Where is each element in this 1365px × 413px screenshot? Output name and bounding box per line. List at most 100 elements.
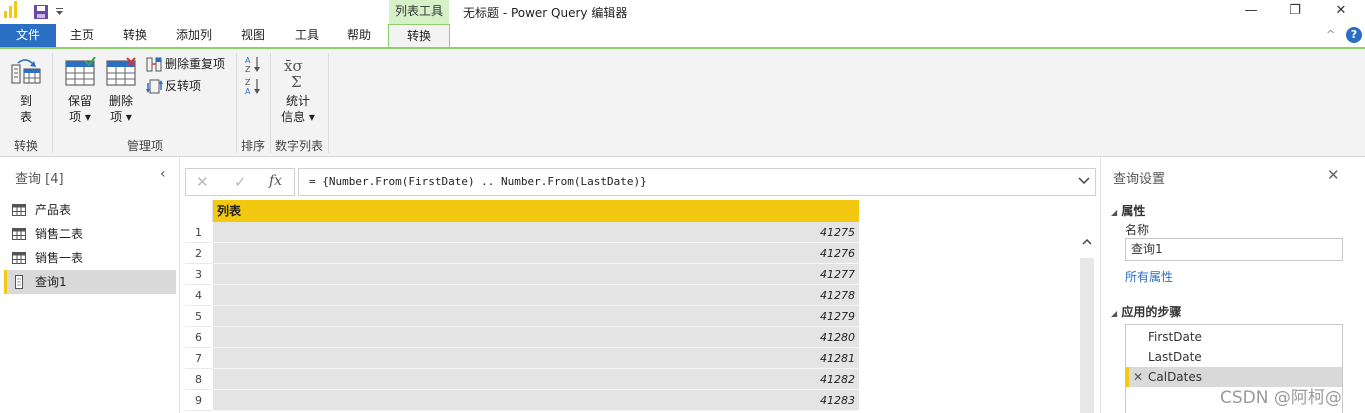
sort-descending-icon: Z A: [245, 78, 260, 96]
close-settings-icon[interactable]: ✕: [1327, 166, 1340, 184]
help-icon[interactable]: ?: [1346, 27, 1362, 43]
formula-bar-buttons: ✕ ✓ fx: [185, 168, 295, 196]
column-header-list[interactable]: 列表: [213, 200, 859, 222]
sort-ascending-icon: A Z: [245, 56, 260, 74]
table-cell[interactable]: 41277: [213, 264, 859, 285]
table-cell[interactable]: 41276: [213, 243, 859, 264]
sort-descending-button[interactable]: Z A: [244, 77, 262, 96]
table-row[interactable]: 9 41283: [185, 390, 859, 411]
vertical-scrollbar[interactable]: [1080, 236, 1096, 413]
remove-items-label-2: 项 ▾: [110, 110, 132, 124]
query-settings-pane: 查询设置 ✕ ◢ 属性 名称 查询1 所有属性 ◢ 应用的步骤 FirstDat…: [1100, 158, 1365, 413]
remove-duplicates-icon: [146, 57, 163, 75]
table-cell[interactable]: 41279: [213, 306, 859, 327]
statistics-label-1: 统计: [285, 94, 310, 108]
tab-home[interactable]: 主页: [62, 24, 102, 48]
quick-access-dropdown-icon[interactable]: [55, 6, 64, 20]
remove-duplicates-button[interactable]: 删除重复项: [146, 56, 230, 74]
minimize-button[interactable]: —: [1241, 2, 1261, 20]
svg-text:Z: Z: [245, 78, 251, 87]
ribbon-tabs: 文件 主页 转换 添加列 视图 工具 帮助 转换 ^ ?: [0, 24, 1365, 49]
query-item-sales-1[interactable]: 销售一表: [4, 246, 176, 270]
selection-indicator: [4, 270, 7, 294]
table-cell[interactable]: 41281: [213, 348, 859, 369]
table-row[interactable]: 8 41282: [185, 369, 859, 390]
formula-input[interactable]: = {Number.From(FirstDate) .. Number.From…: [298, 168, 1096, 196]
svg-text:A: A: [245, 56, 251, 65]
collapse-ribbon-icon[interactable]: ^: [1326, 28, 1335, 41]
confirm-formula-icon[interactable]: ✓: [234, 173, 247, 191]
tab-help[interactable]: 帮助: [338, 24, 380, 48]
cancel-formula-icon[interactable]: ✕: [196, 173, 209, 191]
tab-file[interactable]: 文件: [0, 24, 56, 48]
query-item-label: 产品表: [35, 203, 72, 217]
queries-pane: 查询 [4] ‹ 产品表 销售二表 销售一表 查询1: [0, 158, 180, 413]
remove-items-button[interactable]: 删除 项 ▾: [103, 55, 139, 133]
table-cell[interactable]: 41282: [213, 369, 859, 390]
query-item-product-table[interactable]: 产品表: [4, 198, 176, 222]
table-row[interactable]: 1 41275: [185, 222, 859, 243]
watermark: CSDN @阿柯@: [1220, 388, 1342, 408]
query-item-label: 销售二表: [35, 227, 84, 241]
all-properties-link[interactable]: 所有属性: [1125, 268, 1173, 285]
tab-transform[interactable]: 转换: [114, 24, 156, 48]
applied-steps-section[interactable]: ◢ 应用的步骤: [1111, 303, 1181, 320]
row-number: 1: [185, 222, 213, 243]
table-cell[interactable]: 41275: [213, 222, 859, 243]
step-lastdate[interactable]: LastDate: [1126, 347, 1342, 367]
table-cell[interactable]: 41280: [213, 327, 859, 348]
reverse-items-button[interactable]: 反转项: [146, 78, 230, 96]
query-settings-title: 查询设置: [1113, 172, 1166, 187]
step-firstdate[interactable]: FirstDate: [1126, 327, 1342, 347]
collapse-queries-icon[interactable]: ‹: [160, 166, 166, 182]
group-label-sort: 排序: [240, 139, 265, 153]
ribbon: 到 表 转换 保留 项 ▾ 删除 项 ▾ 删除重复项 反转项 管理项 A Z Z…: [0, 49, 1365, 157]
list-tools-context-label: 列表工具: [389, 0, 449, 24]
svg-text:A: A: [245, 87, 251, 95]
to-table-button[interactable]: 到 表: [6, 55, 46, 133]
delete-step-icon[interactable]: ✕: [1133, 367, 1143, 387]
properties-section[interactable]: ◢ 属性: [1111, 202, 1145, 219]
sort-ascending-button[interactable]: A Z: [244, 55, 262, 74]
table-row[interactable]: 6 41280: [185, 327, 859, 348]
window-title: 无标题 - Power Query 编辑器: [463, 6, 628, 20]
tab-list-transform[interactable]: 转换: [388, 24, 450, 49]
svg-text:Σ: Σ: [291, 73, 302, 89]
formula-text: = {Number.From(FirstDate) .. Number.From…: [309, 175, 647, 188]
table-row[interactable]: 3 41277: [185, 264, 859, 285]
query-name-input[interactable]: 查询1: [1125, 238, 1343, 261]
group-label-numeric-list: 数字列表: [274, 139, 323, 153]
keep-items-label-1: 保留: [67, 94, 92, 108]
tab-add-column[interactable]: 添加列: [168, 24, 220, 48]
row-number: 3: [185, 264, 213, 285]
save-icon[interactable]: [33, 4, 49, 23]
restore-button[interactable]: ❐: [1285, 2, 1305, 20]
to-table-icon: [10, 57, 42, 88]
row-number: 6: [185, 327, 213, 348]
close-window-button[interactable]: ✕: [1331, 2, 1351, 20]
statistics-button[interactable]: x̄σ Σ 统计 信息 ▾: [276, 55, 320, 133]
scroll-up-icon[interactable]: [1081, 236, 1093, 251]
keep-items-button[interactable]: 保留 项 ▾: [62, 55, 98, 133]
group-label-manage-items: 管理项: [126, 139, 163, 153]
table-row[interactable]: 5 41279: [185, 306, 859, 327]
table-cell[interactable]: 41283: [213, 390, 859, 411]
tab-view[interactable]: 视图: [232, 24, 274, 48]
reverse-items-icon: [146, 79, 163, 97]
step-label: CalDates: [1148, 370, 1202, 384]
query-item-sales-2[interactable]: 销售二表: [4, 222, 176, 246]
table-row[interactable]: 4 41278: [185, 285, 859, 306]
scrollbar-track[interactable]: [1080, 258, 1094, 413]
fx-icon[interactable]: fx: [269, 173, 282, 189]
table-row[interactable]: 2 41276: [185, 243, 859, 264]
reverse-items-label: 反转项: [165, 79, 202, 93]
name-label: 名称: [1125, 223, 1150, 237]
row-number: 4: [185, 285, 213, 306]
query-item-query1[interactable]: 查询1: [4, 270, 176, 294]
keep-items-icon: [64, 56, 96, 90]
table-row[interactable]: 7 41281: [185, 348, 859, 369]
tab-tools[interactable]: 工具: [286, 24, 328, 48]
grid-corner[interactable]: [185, 200, 213, 222]
expand-formula-chevron-icon[interactable]: [1077, 173, 1091, 190]
table-cell[interactable]: 41278: [213, 285, 859, 306]
